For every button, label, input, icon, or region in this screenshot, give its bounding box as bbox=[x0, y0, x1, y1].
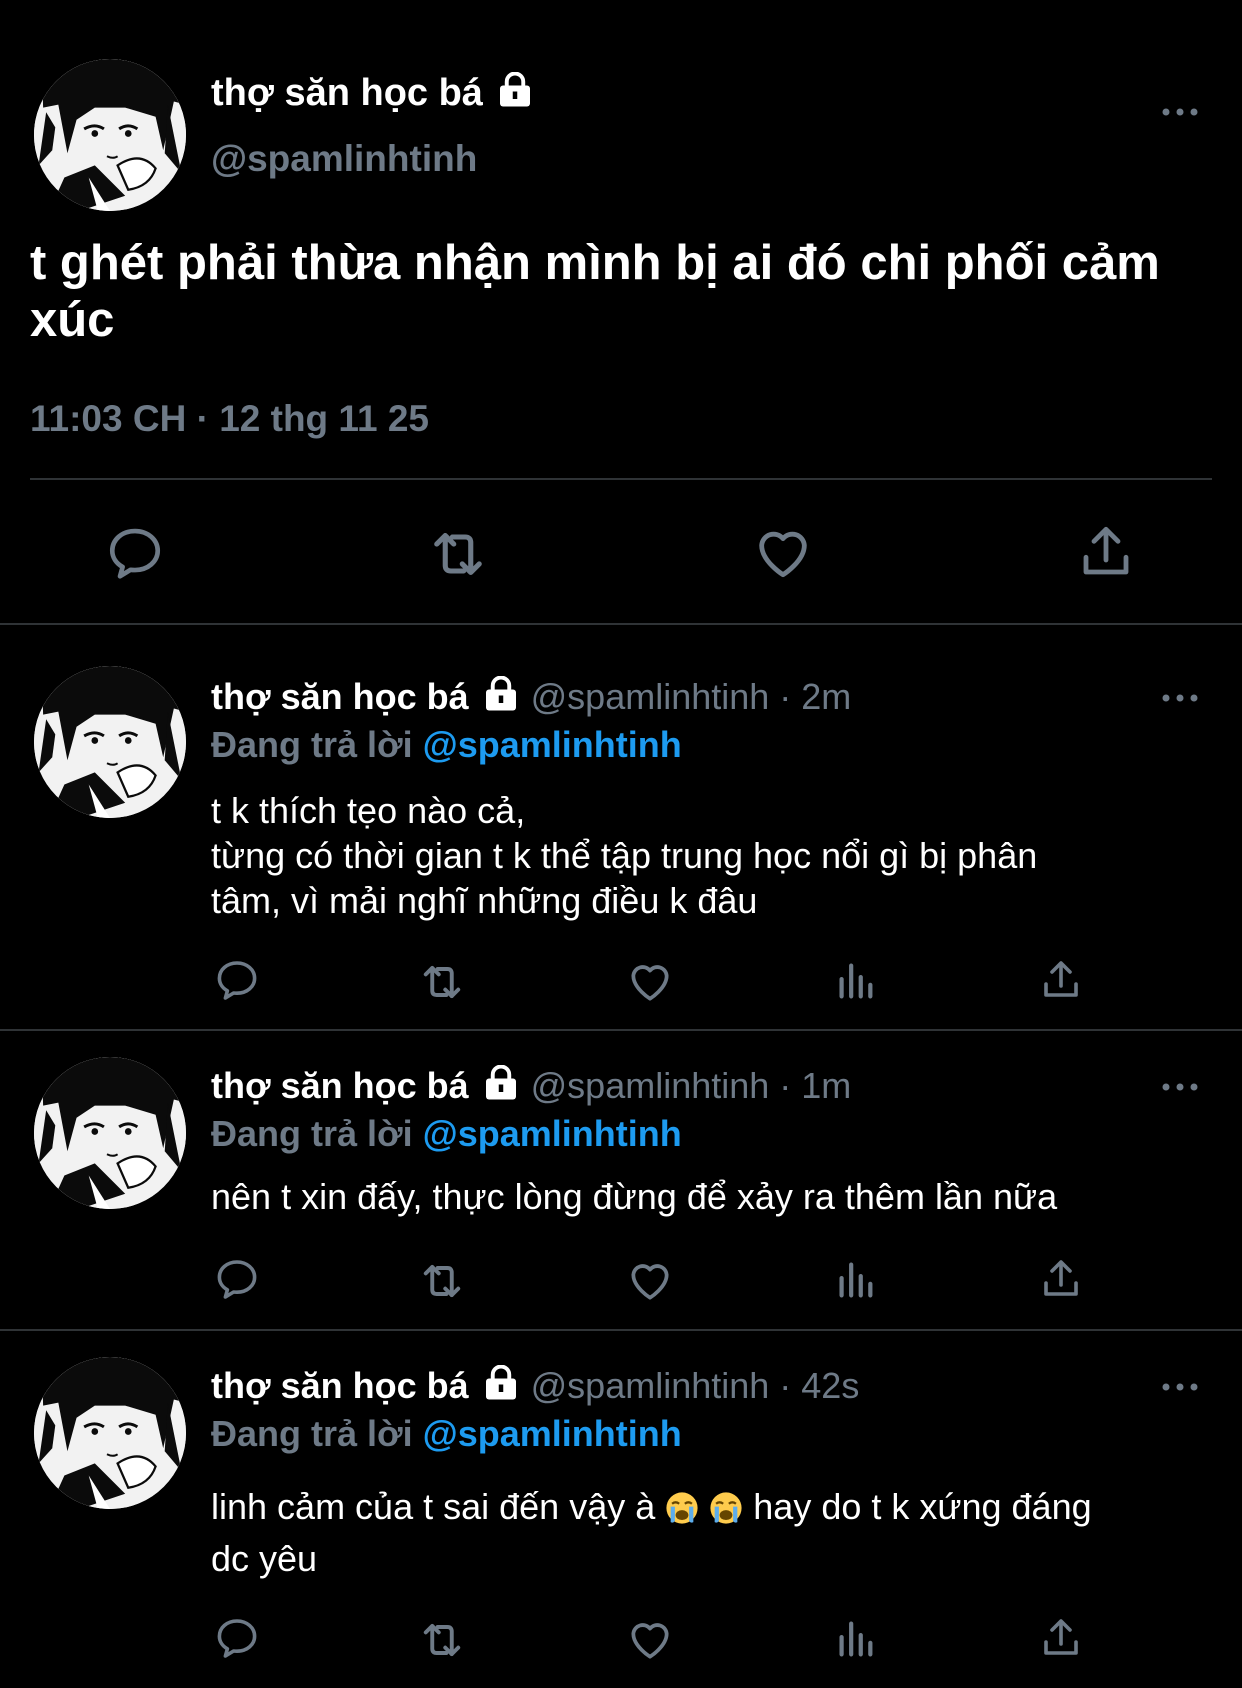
loudly-crying-face-icon bbox=[709, 1491, 743, 1525]
divider bbox=[30, 478, 1212, 480]
replying-to: Đang trả lời @spamlinhtinh bbox=[211, 1413, 682, 1454]
display-name[interactable]: thợ săn học bá bbox=[211, 676, 469, 717]
user-handle[interactable]: @spamlinhtinh bbox=[211, 138, 477, 180]
reply-icon[interactable] bbox=[213, 1255, 261, 1303]
avatar[interactable] bbox=[34, 59, 186, 211]
like-icon[interactable] bbox=[625, 956, 675, 1006]
reply-tweet[interactable]: thợ săn học bá @spamlinhtinh · 2m Đang tr… bbox=[0, 626, 1242, 1031]
reply-tweet[interactable]: thợ săn học bá @spamlinhtinh · 42s Đang t… bbox=[0, 1331, 1242, 1688]
reply-text: nên t xin đấy, thực lòng đừng để xảy ra … bbox=[211, 1176, 1058, 1217]
lock-icon bbox=[497, 72, 533, 118]
like-icon[interactable] bbox=[625, 1614, 675, 1664]
share-icon[interactable] bbox=[1037, 1255, 1085, 1303]
more-icon[interactable] bbox=[1160, 690, 1200, 700]
reply-header: thợ săn học bá @spamlinhtinh · 2m bbox=[211, 676, 851, 721]
retweet-icon[interactable] bbox=[416, 956, 468, 1008]
more-icon[interactable] bbox=[1160, 104, 1200, 114]
avatar[interactable] bbox=[34, 666, 186, 818]
handle-time: @spamlinhtinh · 42s bbox=[530, 1365, 860, 1406]
share-icon[interactable] bbox=[1037, 956, 1085, 1004]
retweet-icon[interactable] bbox=[416, 1255, 468, 1307]
replying-to: Đang trả lời @spamlinhtinh bbox=[211, 724, 682, 765]
lock-icon bbox=[483, 1065, 519, 1110]
mention-link[interactable]: @spamlinhtinh bbox=[423, 724, 682, 765]
stats-icon[interactable] bbox=[832, 1616, 878, 1662]
mention-link[interactable]: @spamlinhtinh bbox=[423, 1113, 682, 1154]
tweet-timestamp[interactable]: 11:03 CH · 12 thg 11 25 bbox=[30, 398, 429, 440]
reply-icon[interactable] bbox=[104, 522, 166, 584]
share-icon[interactable] bbox=[1037, 1614, 1085, 1662]
reply-icon[interactable] bbox=[213, 956, 261, 1004]
handle-time: @spamlinhtinh · 2m bbox=[530, 676, 852, 717]
retweet-icon[interactable] bbox=[424, 520, 492, 588]
loudly-crying-face-icon bbox=[665, 1491, 699, 1525]
display-name[interactable]: thợ săn học bá bbox=[211, 1065, 469, 1106]
reply-text: linh cảm của t sai đến vậy à hay do t k … bbox=[211, 1486, 1092, 1579]
main-tweet: thợ săn học bá @spamlinhtinh t ghét phải… bbox=[0, 0, 1242, 626]
retweet-icon[interactable] bbox=[416, 1614, 468, 1666]
handle-time: @spamlinhtinh · 1m bbox=[530, 1065, 852, 1106]
more-icon[interactable] bbox=[1160, 1379, 1200, 1389]
reply-icon[interactable] bbox=[213, 1614, 261, 1662]
avatar[interactable] bbox=[34, 1057, 186, 1209]
stats-icon[interactable] bbox=[832, 958, 878, 1004]
lock-icon bbox=[483, 676, 519, 721]
reply-header: thợ săn học bá @spamlinhtinh · 1m bbox=[211, 1065, 851, 1110]
like-icon[interactable] bbox=[625, 1255, 675, 1305]
stats-icon[interactable] bbox=[832, 1257, 878, 1303]
display-name[interactable]: thợ săn học bá bbox=[211, 1365, 469, 1406]
more-icon[interactable] bbox=[1160, 1079, 1200, 1089]
divider bbox=[0, 623, 1242, 625]
tweet-text: t ghét phải thừa nhận mình bị ai đó chi … bbox=[30, 236, 1160, 347]
reply-header: thợ săn học bá @spamlinhtinh · 42s bbox=[211, 1365, 859, 1410]
like-icon[interactable] bbox=[751, 520, 815, 584]
display-name[interactable]: thợ săn học bá bbox=[211, 72, 533, 118]
lock-icon bbox=[483, 1365, 519, 1410]
mention-link[interactable]: @spamlinhtinh bbox=[423, 1413, 682, 1454]
reply-text: t k thích tẹo nào cả, từng có thời gian … bbox=[211, 790, 1038, 921]
reply-tweet[interactable]: thợ săn học bá @spamlinhtinh · 1m Đang tr… bbox=[0, 1031, 1242, 1330]
replying-to: Đang trả lời @spamlinhtinh bbox=[211, 1113, 682, 1154]
share-icon[interactable] bbox=[1074, 520, 1138, 584]
avatar[interactable] bbox=[34, 1357, 186, 1509]
